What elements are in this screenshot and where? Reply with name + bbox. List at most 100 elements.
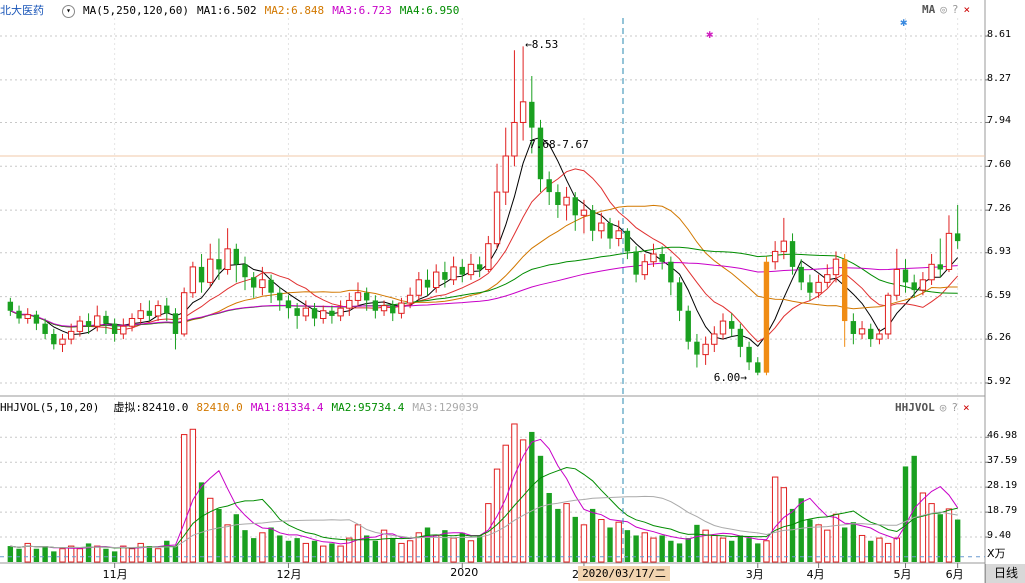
volume-bar bbox=[42, 546, 48, 562]
ma-indicator-label[interactable]: MA(5,250,120,60) bbox=[83, 3, 189, 19]
ma4-value: MA4:6.950 bbox=[399, 4, 460, 17]
volume-bar bbox=[511, 423, 518, 563]
candle-body bbox=[493, 191, 501, 245]
candle-body bbox=[798, 266, 804, 283]
candle-body bbox=[850, 321, 857, 334]
event-star-icon: ✱ bbox=[706, 27, 713, 41]
candle-body bbox=[363, 292, 370, 301]
price-tick-label: 7.94 bbox=[987, 115, 1012, 127]
volume-bar bbox=[294, 538, 300, 562]
volume-bar bbox=[928, 503, 935, 563]
volume-tick-label: 9.40 bbox=[987, 530, 1012, 542]
vol-settings-icon[interactable]: ◎ bbox=[940, 401, 947, 414]
hhjvol-tool-label[interactable]: HHJVOL bbox=[895, 401, 935, 414]
candle-body bbox=[294, 308, 300, 316]
candle-body bbox=[519, 101, 527, 123]
help-icon[interactable]: ? bbox=[952, 3, 959, 16]
volume-bar bbox=[633, 535, 639, 562]
volume-bar bbox=[189, 428, 197, 563]
candle-body bbox=[641, 261, 648, 276]
settings-icon[interactable]: ◎ bbox=[940, 3, 947, 16]
volume-bar bbox=[893, 537, 901, 563]
price-panel-header: 北大医药 ▾ MA(5,250,120,60) MA1:6.502 MA2:6.848 M… bbox=[0, 3, 467, 19]
volume-panel-header: HHJVOL(5,10,20) 虚拟:82410.0 82410.0 MA1:8133… bbox=[0, 400, 487, 416]
day-line-button[interactable]: 日线 bbox=[985, 564, 1025, 583]
low-annotation: 6.00→ bbox=[713, 370, 747, 384]
candle-body bbox=[911, 282, 917, 291]
close-icon[interactable]: × bbox=[964, 3, 971, 16]
candle-body bbox=[841, 259, 848, 322]
candle-body bbox=[242, 264, 248, 278]
crosshair-date: 2020/03/17/二 bbox=[578, 566, 670, 581]
candle-body bbox=[398, 302, 405, 314]
volume-bar bbox=[164, 540, 170, 562]
volume-bar bbox=[850, 522, 857, 562]
price-tick-label: 7.26 bbox=[987, 203, 1012, 215]
volume-bar bbox=[120, 545, 127, 563]
chevron-down-icon[interactable]: ▾ bbox=[62, 4, 75, 18]
candle-body bbox=[85, 321, 92, 327]
volume-bar bbox=[832, 513, 840, 563]
volume-bar bbox=[537, 455, 544, 562]
volume-bar bbox=[329, 543, 335, 562]
volume-bar bbox=[884, 542, 892, 563]
volume-bar bbox=[546, 492, 552, 562]
volume-bar bbox=[467, 540, 475, 563]
candle-body bbox=[937, 264, 943, 270]
stock-name[interactable]: 北大医药 bbox=[0, 3, 44, 19]
x-tick-label: 12月 bbox=[276, 568, 302, 581]
candle-body bbox=[302, 307, 310, 317]
candle-body bbox=[546, 179, 552, 193]
candle-body bbox=[746, 346, 752, 363]
volume-bar bbox=[320, 545, 327, 563]
ma3-value: MA3:6.723 bbox=[332, 4, 392, 17]
x-tick-label: 5月 bbox=[893, 568, 912, 581]
volume-bar bbox=[476, 535, 483, 562]
volume-bar bbox=[650, 537, 657, 563]
candle-body bbox=[807, 282, 813, 293]
candle-body bbox=[928, 263, 935, 281]
candle-body bbox=[277, 292, 283, 301]
volume-bar bbox=[780, 487, 788, 563]
candle-body bbox=[668, 261, 674, 283]
volume-bar bbox=[824, 529, 831, 563]
volume-bar bbox=[372, 540, 379, 562]
candle-body bbox=[329, 310, 335, 316]
vol-help-icon[interactable]: ? bbox=[951, 401, 958, 414]
volume-bar bbox=[876, 537, 883, 563]
candle-body bbox=[580, 209, 588, 216]
volume-tick-label: 28.19 bbox=[987, 480, 1018, 492]
candle-body bbox=[467, 263, 475, 276]
volume-bar bbox=[450, 537, 457, 563]
volume-unit: X万 bbox=[987, 547, 1006, 560]
volume-bar bbox=[154, 548, 162, 563]
volume-bar bbox=[519, 439, 527, 563]
volume-bar bbox=[919, 492, 927, 563]
candle-body bbox=[128, 317, 136, 327]
candle-body bbox=[537, 127, 544, 180]
candle-body bbox=[711, 333, 718, 345]
candle-body bbox=[755, 362, 761, 373]
vol-close-icon[interactable]: × bbox=[963, 401, 970, 414]
volume-bar bbox=[406, 540, 414, 563]
kline-chart[interactable]: ✱✱ bbox=[0, 0, 1025, 583]
candle-body bbox=[615, 230, 622, 240]
candle-body bbox=[233, 248, 240, 265]
volume-bar bbox=[94, 545, 101, 563]
ma-tool-label[interactable]: MA bbox=[922, 3, 935, 16]
candle-body bbox=[659, 254, 665, 262]
volume-bar bbox=[798, 498, 804, 562]
candle-body bbox=[624, 230, 631, 252]
volume-tick-label: 37.59 bbox=[987, 455, 1018, 467]
candle-body bbox=[832, 258, 840, 276]
ma2-value: MA2:6.848 bbox=[264, 4, 325, 17]
candle-body bbox=[146, 310, 153, 316]
mid-annotation: 7.68-7.67 bbox=[529, 137, 589, 151]
vol-indicator-label[interactable]: HHJVOL(5,10,20) bbox=[0, 400, 99, 416]
volume-bar bbox=[746, 538, 752, 562]
candle-body bbox=[902, 269, 909, 283]
volume-bar bbox=[172, 546, 179, 562]
candle-body bbox=[59, 338, 66, 345]
candle-body bbox=[450, 266, 457, 281]
volume-bar bbox=[807, 519, 813, 562]
